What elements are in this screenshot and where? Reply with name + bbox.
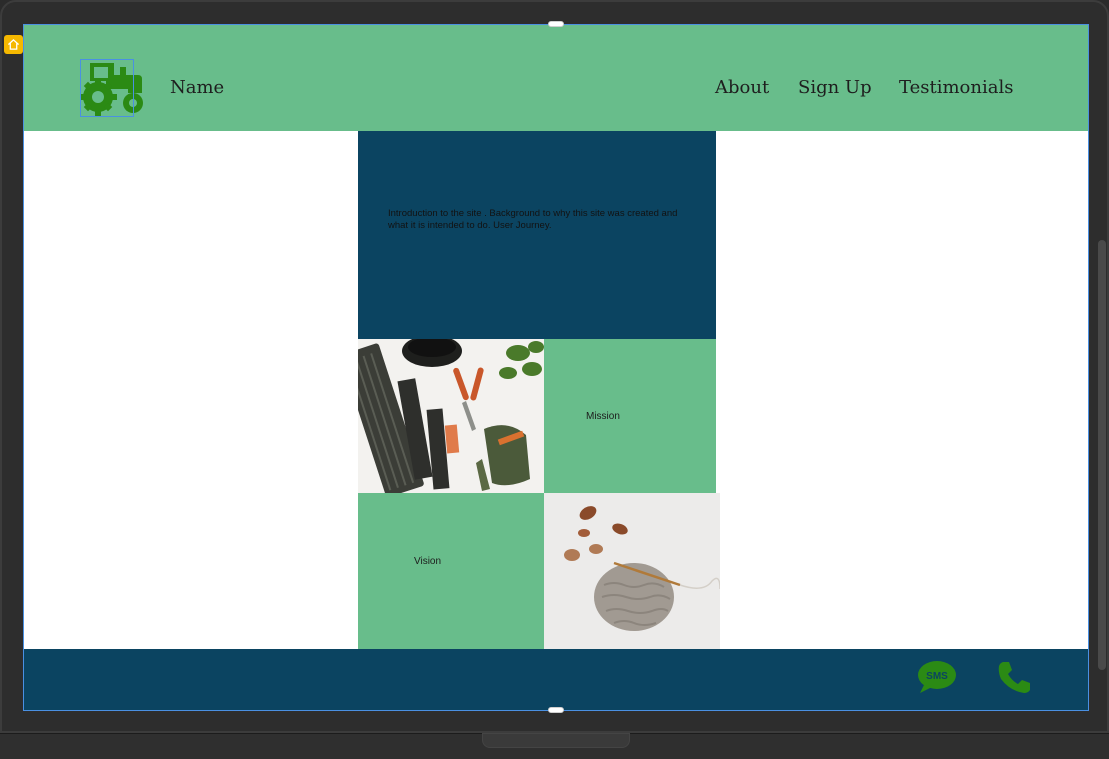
sms-chat-icon[interactable]: SMS	[916, 659, 958, 695]
nav-about[interactable]: About	[715, 77, 769, 98]
site-header: Name About Sign Up Testimonials	[24, 25, 1088, 131]
vision-label: Vision	[414, 556, 442, 567]
phone-icon[interactable]	[996, 659, 1032, 695]
site-footer: SMS	[24, 649, 1088, 710]
intro-section: Introduction to the site . Background to…	[358, 131, 716, 339]
gardening-tools-image	[358, 339, 544, 493]
mission-label: Mission	[586, 411, 620, 422]
intro-text: Introduction to the site . Background to…	[388, 208, 678, 231]
home-icon	[8, 39, 19, 50]
scrollbar[interactable]	[1098, 240, 1106, 670]
mission-section: Mission	[544, 339, 716, 493]
tractor-icon[interactable]	[80, 59, 148, 117]
page-canvas: Name About Sign Up Testimonials Introduc…	[23, 24, 1089, 711]
nav-sign-up[interactable]: Sign Up	[798, 77, 872, 98]
sms-text: SMS	[926, 671, 948, 682]
gardening-tools-photo	[358, 339, 544, 493]
home-badge[interactable]	[4, 35, 23, 54]
nav-testimonials[interactable]: Testimonials	[899, 77, 1013, 98]
brand-name[interactable]: Name	[170, 77, 224, 98]
knitting-photo	[544, 493, 720, 649]
resize-handle-top[interactable]	[548, 21, 564, 27]
knitting-image	[544, 493, 720, 649]
vision-section: Vision	[358, 493, 544, 649]
resize-handle-bottom[interactable]	[548, 707, 564, 713]
device-notch	[482, 733, 630, 748]
